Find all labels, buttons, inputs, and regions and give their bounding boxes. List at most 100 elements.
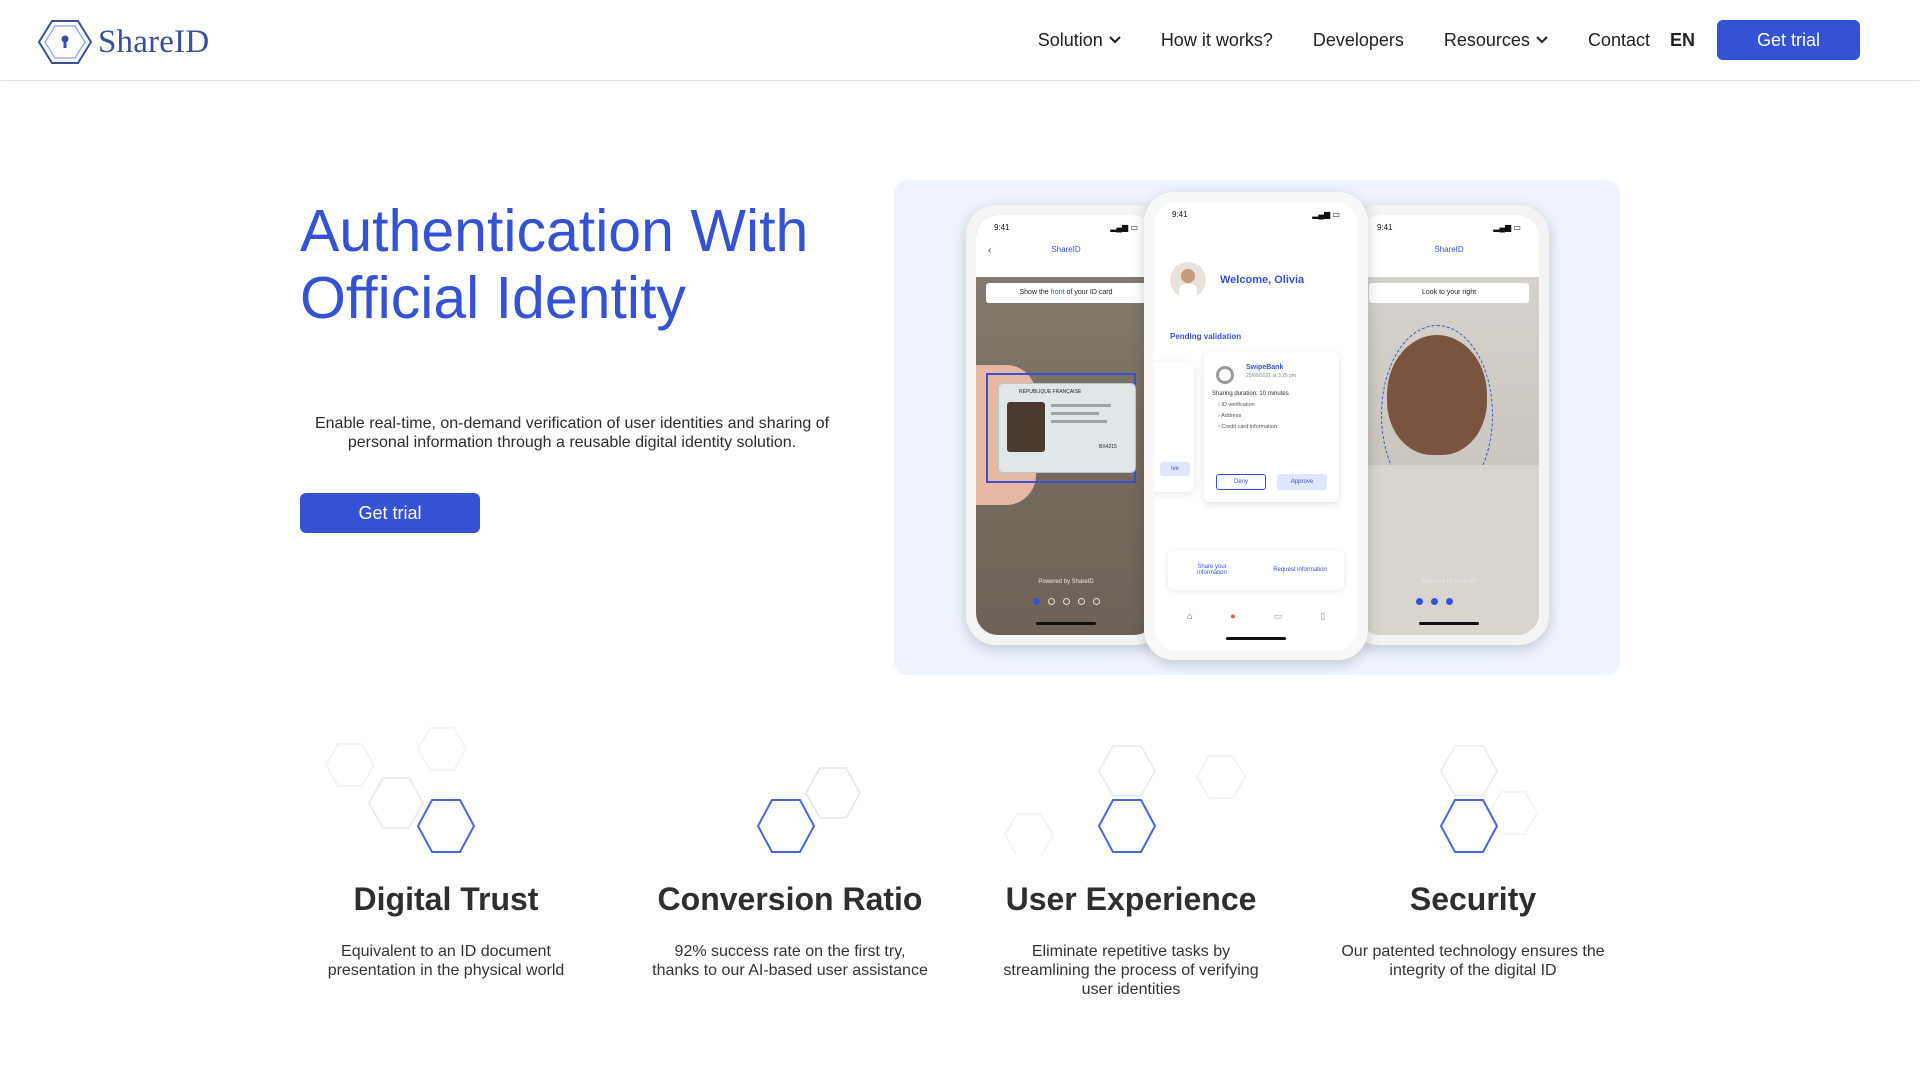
hero-title-line-1: Authentication With: [300, 198, 809, 264]
approve-button: Approve: [1277, 474, 1327, 490]
header-get-trial-button[interactable]: Get trial: [1717, 20, 1860, 60]
pager-dot: [1430, 598, 1438, 605]
share-info-action: Share your information: [1197, 564, 1227, 576]
hero-get-trial-button[interactable]: Get trial: [300, 493, 480, 533]
status-time: 9:41: [1172, 210, 1188, 219]
id-card-header: RÉPUBLIQUE FRANÇAISE: [1019, 389, 1082, 395]
status-time: 9:41: [1377, 223, 1393, 232]
signal-battery-icon: ▂▄▆ ▭: [1110, 223, 1138, 232]
pager-dot: [1092, 598, 1100, 605]
action-row: Share your information Request informati…: [1168, 550, 1344, 590]
nav-item-how-it-works[interactable]: How it works?: [1161, 30, 1273, 51]
pending-label: Pending validation: [1170, 332, 1242, 341]
shield-hex-logo-icon: [38, 20, 92, 64]
nav-item-solution[interactable]: Solution: [1038, 30, 1121, 51]
id-card-number: BX4215: [1099, 444, 1117, 450]
site-header: ShareID Solution How it works? Developer…: [0, 0, 1920, 81]
shared-item: › ID verification: [1218, 402, 1255, 408]
pager-dots: [1359, 598, 1539, 605]
previous-card: ive: [1154, 362, 1194, 492]
pager-dot: [1460, 598, 1468, 605]
shared-item-label: ID verification: [1221, 402, 1255, 408]
shared-item-label: Address: [1221, 413, 1242, 419]
feature-description: Our patented technology ensures the inte…: [1341, 943, 1605, 979]
chevron-down-icon: [1109, 36, 1121, 44]
feature-digital-trust: Digital Trust Equivalent to an ID docume…: [296, 720, 596, 980]
status-time: 9:41: [994, 223, 1010, 232]
feature-security: Security Our patented technology ensures…: [1323, 720, 1623, 980]
nav-item-label: Solution: [1037, 29, 1103, 50]
phone-mockup-face-scan: 9:41 ▂▄▆ ▭ ShareID Look to your right Po…: [1349, 205, 1549, 645]
hero-description: Enable real-time, on-demand verification…: [314, 415, 830, 451]
mockup-tab-bar: ⌂ ● ▭ ▯: [1168, 611, 1344, 622]
nav-item-developers[interactable]: Developers: [1313, 30, 1404, 51]
feature-description: Equivalent to an ID document presentatio…: [327, 943, 565, 979]
feature-title: Conversion Ratio: [657, 881, 923, 917]
chevron-down-icon: [1536, 36, 1548, 44]
phone-mockup-id-scan: 9:41 ▂▄▆ ▭ ‹ ShareID Show the front of y…: [966, 205, 1166, 645]
home-indicator: [1036, 622, 1096, 625]
face-scan-instruction: Look to your right: [1369, 283, 1529, 303]
ghost-button: ive: [1160, 462, 1190, 476]
id-card-illustration: RÉPUBLIQUE FRANÇAISE BX4215: [998, 383, 1136, 473]
shared-item: › Address: [1218, 413, 1242, 419]
feature-description: 92% success rate on the first try, thank…: [652, 943, 928, 979]
shareid-logo[interactable]: ShareID: [38, 18, 209, 66]
bank-date: 25/09/2021 at 3:25 pm: [1246, 373, 1297, 379]
deny-button: Deny: [1216, 474, 1266, 490]
instruction-text: Show the: [1019, 289, 1051, 296]
pager-dot: [1077, 598, 1085, 605]
hexagon-decoration-icon: [1323, 720, 1623, 855]
pager-dot: [1062, 598, 1070, 605]
shared-item: › Credit card information: [1218, 424, 1278, 430]
language-switcher[interactable]: EN: [1670, 30, 1695, 51]
nav-item-label: How it works?: [1160, 29, 1273, 50]
instruction-text: of your ID card: [1064, 289, 1113, 296]
home-indicator: [1419, 622, 1479, 625]
id-photo: [1007, 402, 1045, 452]
feature-title: User Experience: [1005, 881, 1257, 917]
home-indicator: [1226, 637, 1286, 640]
welcome-row: Welcome, Olivia: [1170, 262, 1304, 298]
pager-dot: [1445, 598, 1453, 605]
feature-description: Eliminate repetitive tasks by streamlini…: [1003, 943, 1259, 998]
main-nav: Solution How it works? Developers Resour…: [998, 20, 1860, 60]
powered-by-label: Powered by ShareID: [1421, 579, 1477, 585]
hero-title-line-2: Official Identity: [300, 265, 686, 331]
home-icon: ⌂: [1186, 611, 1193, 621]
nav-item-label: Resources: [1443, 29, 1530, 50]
feature-title: Security: [1409, 881, 1537, 917]
hexagon-decoration-icon: [640, 720, 940, 855]
request-info-action: Request information: [1273, 567, 1327, 573]
hexagon-decoration-icon: [296, 720, 596, 855]
hexagon-decoration-icon: [981, 720, 1281, 857]
folder-icon: ▭: [1273, 611, 1283, 621]
nav-item-resources[interactable]: Resources: [1444, 30, 1548, 51]
powered-by-label: Powered by ShareID: [1038, 579, 1094, 585]
logo-wordmark: ShareID: [98, 23, 210, 60]
avatar: [1170, 262, 1206, 298]
pager-dots: [976, 598, 1156, 605]
mockup-brand: ShareID: [1051, 245, 1081, 254]
pager-dot: [1032, 598, 1040, 605]
feature-title: Digital Trust: [353, 881, 539, 917]
nav-item-contact[interactable]: Contact: [1588, 30, 1650, 51]
sharing-duration: Sharing duration: 10 minutes: [1212, 391, 1289, 397]
welcome-text: Welcome, Olivia: [1220, 274, 1305, 286]
phone-mockup-dashboard: 9:41 ▂▄▆ ▭ Welcome, Olivia Pending valid…: [1144, 192, 1368, 660]
nav-item-label: Contact: [1587, 29, 1650, 50]
pager-dot: [1047, 598, 1055, 605]
bank-name: SwipeBank: [1246, 364, 1284, 371]
feature-conversion-ratio: Conversion Ratio 92% success rate on the…: [640, 720, 940, 980]
pager-dot: [1475, 598, 1483, 605]
signal-battery-icon: ▂▄▆ ▭: [1493, 223, 1521, 232]
feature-user-experience: User Experience Eliminate repetitive tas…: [981, 720, 1281, 999]
instruction-highlight: front: [1050, 289, 1065, 296]
hoodie-illustration: [1359, 465, 1539, 635]
user-avatar-icon: [1179, 269, 1197, 298]
id-scan-instruction: Show the front of your ID card: [986, 283, 1146, 303]
pager-dot: [1415, 598, 1423, 605]
notification-icon: ●: [1230, 611, 1236, 621]
mockup-brand: ShareID: [1434, 245, 1464, 254]
shared-item-label: Credit card information: [1221, 424, 1278, 430]
